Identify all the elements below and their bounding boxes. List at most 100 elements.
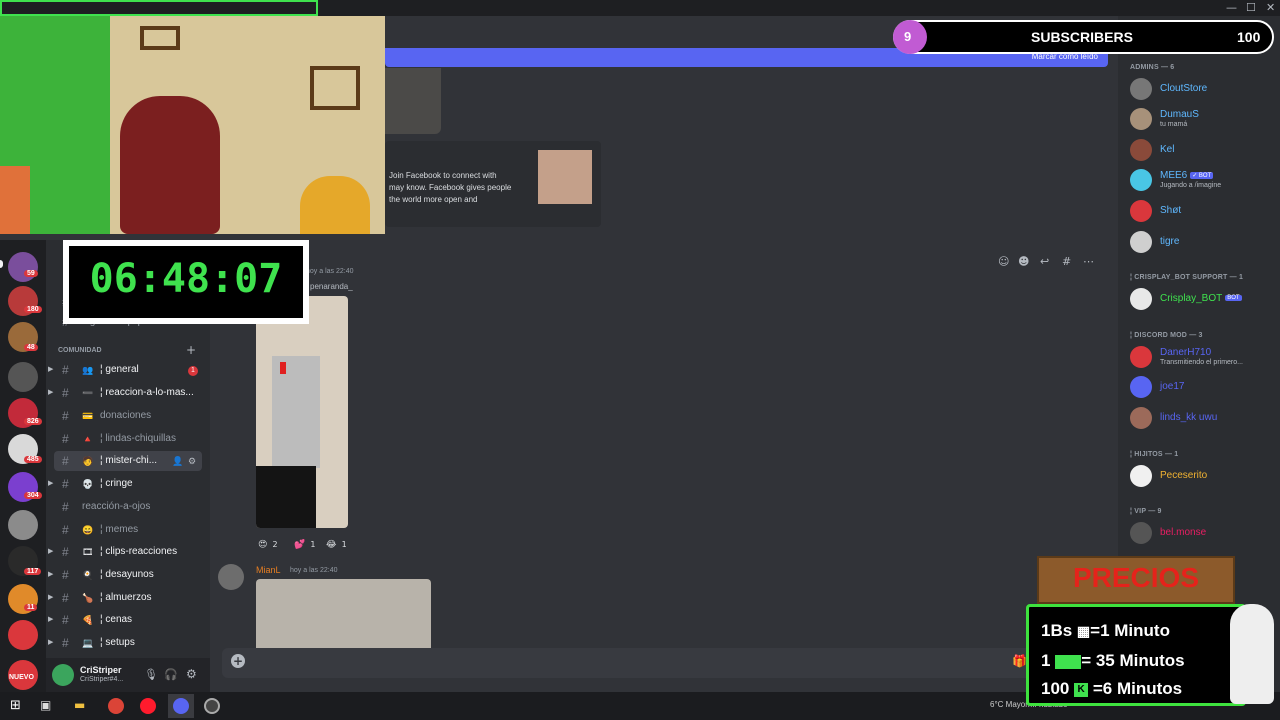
settings-gear-icon[interactable]: ⚙: [188, 451, 196, 471]
wall-shelf: [140, 26, 180, 50]
avatar: [1130, 139, 1152, 161]
close-button[interactable]: ✕: [1266, 1, 1275, 14]
member-item[interactable]: Peceserito: [1130, 463, 1276, 489]
super-reaction-icon[interactable]: ☻: [1018, 255, 1029, 268]
mention-badge: 180: [24, 306, 42, 313]
embed-thumbnail[interactable]: [538, 150, 592, 204]
precios-sign: PRECIOS: [1037, 556, 1235, 604]
mention-badge: 304: [24, 492, 42, 499]
channel-item[interactable]: ▶ # 🍕 ¦ cenas: [48, 610, 202, 630]
thread-icon[interactable]: #: [1062, 255, 1071, 268]
obs-icon[interactable]: [204, 698, 220, 714]
reaction-chip[interactable]: 😂 1: [326, 532, 356, 550]
unread-badge: 1: [188, 366, 198, 376]
add-member-icon[interactable]: 👤: [172, 451, 183, 471]
category-header[interactable]: COMUNIDAD: [58, 347, 102, 354]
channel-item[interactable]: ▶ # 🍗 ¦ almuerzos: [48, 588, 202, 608]
member-item[interactable]: Shøt: [1130, 198, 1276, 224]
wall-shelf: [310, 66, 360, 110]
username: CriStriper: [80, 665, 122, 675]
server-icon[interactable]: [8, 620, 38, 650]
headphones-icon[interactable]: 🎧: [164, 668, 178, 681]
settings-gear-icon[interactable]: ⚙: [186, 667, 197, 681]
add-reaction-icon[interactable]: ☺: [998, 255, 1009, 268]
channel-item[interactable]: ▶ # 💻 ¦ setups: [48, 633, 202, 653]
webcam-frame-top: [0, 0, 318, 16]
image-attachment[interactable]: [385, 68, 441, 134]
reply-author[interactable]: penaranda_: [310, 282, 353, 291]
qr-icon: ▦: [1076, 623, 1091, 639]
channel-item[interactable]: # 💳 donaciones: [54, 406, 202, 426]
channel-item[interactable]: ▶ # 🍳 ¦ desayunos: [48, 565, 202, 585]
message-timestamp: hoy a las 22:40: [306, 268, 354, 275]
member-item[interactable]: Kel: [1130, 137, 1276, 163]
file-explorer-icon[interactable]: ▬: [74, 698, 85, 712]
member-item[interactable]: MEE6 ✓ BOT Jugando a /imagine: [1130, 167, 1276, 193]
yellow-chair: [300, 176, 370, 234]
reaction-chip[interactable]: 😍 2: [258, 532, 294, 550]
task-view-icon[interactable]: ▣: [40, 698, 51, 712]
member-item[interactable]: Crisplay_BOT BOT: [1130, 286, 1276, 312]
reaction-chip[interactable]: 💕 1: [294, 532, 324, 550]
member-group-header: ¦ HIJITOS — 1: [1130, 451, 1179, 458]
webcam-overlay: [0, 16, 385, 234]
microphone-icon[interactable]: 🎙: [144, 668, 158, 681]
channel-item[interactable]: # 😄 ¦ memes: [54, 520, 202, 540]
subs-label: SUBSCRIBERS: [1031, 29, 1133, 45]
price-row: 1 = 35 Minutos: [1041, 651, 1185, 670]
reply-icon[interactable]: ↩: [1040, 255, 1049, 268]
message-timestamp: hoy a las 22:40: [290, 567, 338, 574]
gaming-chair: [120, 96, 220, 234]
channel-item[interactable]: ▶ # 💀 ¦ cringe: [48, 474, 202, 494]
mention-badge: 11: [24, 604, 38, 611]
image-attachment[interactable]: [256, 579, 431, 648]
channel-item[interactable]: # 🔺 ¦ lindas-chiquillas: [54, 429, 202, 449]
upload-plus-icon[interactable]: +: [231, 654, 245, 668]
message-input[interactable]: + 🎁: [222, 648, 1108, 678]
photo-phone: [280, 362, 286, 374]
maximize-button[interactable]: ☐: [1246, 1, 1256, 14]
message-toolbar: ☺ ☻ ↩ # ⋯: [996, 255, 1100, 271]
member-item[interactable]: DumauS tu mamá: [1130, 106, 1276, 132]
member-item[interactable]: bel.monse: [1130, 520, 1276, 546]
avatar[interactable]: [52, 664, 74, 686]
server-icon[interactable]: [8, 252, 38, 282]
start-menu-icon[interactable]: ⊞: [10, 698, 21, 713]
mention-badge: 485: [24, 456, 42, 463]
opera-icon[interactable]: [140, 698, 156, 714]
channel-selected[interactable]: # 🧑 ¦ mister-chi... 👤 ⚙: [54, 451, 202, 471]
embed-text: may know. Facebook gives people: [389, 183, 512, 192]
image-attachment[interactable]: [256, 296, 348, 528]
add-channel-button[interactable]: +: [186, 343, 196, 357]
server-icon[interactable]: [8, 510, 38, 540]
embed-text: Join Facebook to connect with: [389, 171, 497, 180]
timer-value: 06:48:07: [89, 256, 283, 302]
unread-pill: [0, 260, 3, 268]
channel-item[interactable]: ▶ # ➖ ¦ reaccion-a-lo-mas...: [48, 383, 202, 403]
user-panel: CriStriper CriStriper#4... 🎙 🎧 ⚙: [46, 658, 210, 692]
avatar[interactable]: [218, 564, 244, 590]
avatar: [1130, 407, 1152, 429]
new-label: NUEVO: [9, 674, 34, 681]
server-icon[interactable]: [8, 362, 38, 392]
discord-taskbar-button[interactable]: [168, 694, 194, 718]
avatar: [1130, 376, 1152, 398]
kick-k-icon: K: [1074, 682, 1089, 697]
chrome-icon[interactable]: [108, 698, 124, 714]
channel-general[interactable]: ▶ # 👥 ¦ general 1: [48, 360, 202, 380]
member-item[interactable]: tigre: [1130, 229, 1276, 255]
avatar: [1130, 522, 1152, 544]
gift-icon[interactable]: 🎁: [1012, 654, 1027, 668]
member-item[interactable]: joe17: [1130, 374, 1276, 400]
member-item[interactable]: DanerH710 Transmitiendo el primero...: [1130, 344, 1276, 370]
member-item[interactable]: CloutStore: [1130, 76, 1276, 102]
price-row: 1Bs ▦=1 Minuto: [1041, 621, 1170, 640]
message-author[interactable]: MianL: [256, 565, 281, 575]
member-item[interactable]: linds_kk uwu: [1130, 405, 1276, 431]
avatar: [1130, 108, 1152, 130]
channel-item[interactable]: # reacción-a-ojos: [54, 497, 202, 517]
avatar: [1130, 465, 1152, 487]
channel-item[interactable]: ▶ # 🎞 ¦ clips-reacciones: [48, 542, 202, 562]
more-icon[interactable]: ⋯: [1083, 255, 1094, 268]
minimize-button[interactable]: —: [1226, 1, 1237, 14]
